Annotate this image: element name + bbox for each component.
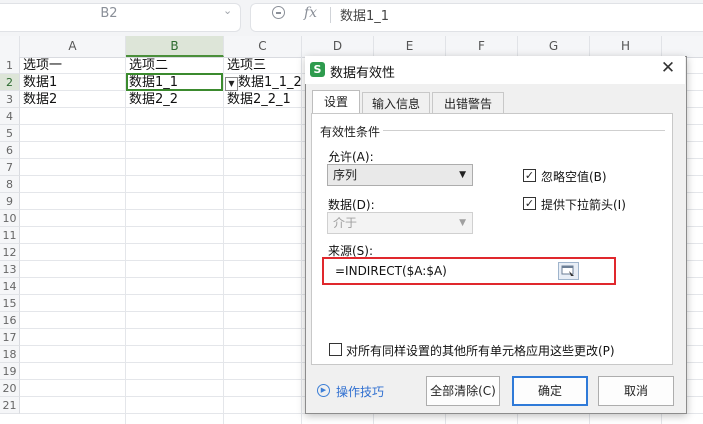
cell-b1[interactable]: 选项二 [126, 57, 223, 74]
row-header-6[interactable]: 6 [0, 142, 20, 159]
column-header-g[interactable]: G [518, 36, 590, 57]
tab-settings[interactable]: 设置 [312, 90, 360, 114]
fx-icon[interactable]: fx [304, 5, 317, 21]
cell-a3[interactable]: 数据2 [20, 91, 123, 108]
dropdown-arrow-label[interactable]: 提供下拉箭头(I) [541, 196, 626, 213]
allow-select-value: 序列 [333, 168, 358, 182]
column-gridline [223, 57, 224, 424]
zoom-minus-mark [276, 12, 281, 14]
cell-a1[interactable]: 选项一 [20, 57, 123, 74]
row-header-10[interactable]: 10 [0, 210, 20, 227]
chevron-down-icon: ▼ [459, 170, 466, 180]
validation-criteria-title: 有效性条件 [320, 125, 381, 139]
collapse-dialog-icon[interactable] [558, 262, 579, 280]
checkmark-icon: ✓ [524, 197, 535, 210]
allow-label: 允许(A): [328, 150, 374, 164]
ignore-blank-checkbox[interactable]: ✓ [523, 169, 536, 182]
row-header-12[interactable]: 12 [0, 244, 20, 261]
tips-link[interactable]: 操作技巧 [336, 383, 384, 400]
row-header-16[interactable]: 16 [0, 312, 20, 329]
data-select-value: 介于 [333, 216, 358, 230]
row-header-4[interactable]: 4 [0, 108, 20, 125]
cell-c1[interactable]: 选项三 [224, 57, 305, 74]
row-header-20[interactable]: 20 [0, 380, 20, 397]
row-header-13[interactable]: 13 [0, 261, 20, 278]
row-header-21[interactable]: 21 [0, 397, 20, 414]
row-header-15[interactable]: 15 [0, 295, 20, 312]
allow-select[interactable]: 序列 ▼ [327, 164, 473, 186]
column-header-b[interactable]: B [126, 36, 224, 57]
ok-button[interactable]: 确定 [512, 376, 588, 406]
apply-all-checkbox[interactable] [329, 343, 342, 356]
apply-all-label[interactable]: 对所有同样设置的其他所有单元格应用这些更改(P) [346, 342, 615, 359]
tab-input-message[interactable]: 输入信息 [362, 92, 430, 114]
cancel-button[interactable]: 取消 [598, 376, 674, 406]
active-cell-border [126, 73, 223, 91]
dialog-title: 数据有效性 [330, 66, 396, 81]
row-header-14[interactable]: 14 [0, 278, 20, 295]
clear-all-button[interactable]: 全部清除(C) [426, 376, 500, 406]
app-logo-icon: S [310, 62, 325, 77]
row-header-3[interactable]: 3 [0, 91, 20, 108]
column-gridline [125, 57, 126, 424]
column-header-c[interactable]: C [224, 36, 302, 57]
cell-dropdown-arrow-icon[interactable]: ▼ [225, 77, 238, 91]
group-divider [383, 130, 665, 131]
row-header-2[interactable]: 2 [0, 74, 20, 91]
source-input-value[interactable]: =INDIRECT($A:$A) [335, 264, 447, 278]
row-header-19[interactable]: 19 [0, 363, 20, 380]
cell-b3[interactable]: 数据2_2 [126, 91, 223, 108]
checkmark-icon: ✓ [524, 169, 535, 182]
row-header-11[interactable]: 11 [0, 227, 20, 244]
ignore-blank-label[interactable]: 忽略空值(B) [541, 168, 607, 185]
row-header-5[interactable]: 5 [0, 125, 20, 142]
close-icon[interactable]: ✕ [658, 58, 678, 78]
chevron-down-icon: ▼ [459, 218, 466, 228]
row-header-9[interactable]: 9 [0, 193, 20, 210]
row-header-17[interactable]: 17 [0, 329, 20, 346]
formula-divider [330, 7, 331, 23]
cell-a2[interactable]: 数据1 [20, 74, 123, 91]
column-gridline [301, 57, 302, 424]
row-header-1[interactable]: 1 [0, 57, 20, 74]
formula-input[interactable] [250, 3, 703, 32]
column-header-h[interactable]: H [590, 36, 662, 57]
row-header-7[interactable]: 7 [0, 159, 20, 176]
formula-value[interactable]: 数据1_1 [340, 5, 389, 24]
data-label: 数据(D): [328, 198, 375, 212]
column-header-d[interactable]: D [302, 36, 374, 57]
cell-c3[interactable]: 数据2_2_1 [224, 91, 305, 108]
data-select[interactable]: 介于 ▼ [327, 212, 473, 234]
select-all-corner[interactable] [0, 36, 20, 57]
column-header-a[interactable]: A [20, 36, 126, 57]
play-icon[interactable]: ▶ [317, 384, 330, 397]
tab-error-alert[interactable]: 出错警告 [432, 92, 504, 114]
name-box-value: B2 [100, 6, 118, 21]
row-header-8[interactable]: 8 [0, 176, 20, 193]
dropdown-arrow-checkbox[interactable]: ✓ [523, 197, 536, 210]
row-header-18[interactable]: 18 [0, 346, 20, 363]
column-header-f[interactable]: F [446, 36, 518, 57]
chevron-down-icon[interactable]: ⌄ [223, 4, 232, 17]
column-header-e[interactable]: E [374, 36, 446, 57]
